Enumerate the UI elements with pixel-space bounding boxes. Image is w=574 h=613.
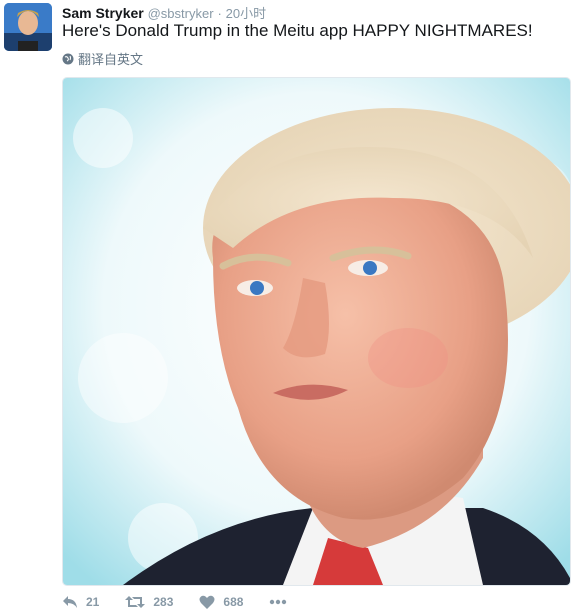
separator-dot: · (217, 6, 222, 21)
more-icon (269, 599, 287, 605)
reply-icon (62, 595, 78, 609)
more-button[interactable] (269, 599, 287, 605)
tweet-actions: 21 283 688 (62, 595, 313, 609)
reply-count: 21 (86, 595, 100, 609)
globe-icon (62, 53, 74, 65)
retweet-icon (125, 595, 146, 609)
heart-icon (199, 595, 215, 609)
translate-label: 翻译自英文 (78, 52, 144, 67)
author-handle[interactable]: @sbstryker (148, 6, 214, 21)
like-button[interactable]: 688 (199, 595, 243, 609)
translate-link[interactable]: 翻译自英文 (62, 49, 143, 68)
retweet-button[interactable]: 283 (125, 595, 173, 609)
avatar[interactable] (4, 3, 52, 51)
like-count: 688 (223, 595, 244, 609)
tweet-photo[interactable] (62, 77, 571, 586)
reply-button[interactable]: 21 (62, 595, 99, 609)
tweet-text: Here's Donald Trump in the Meitu app HAP… (62, 21, 533, 40)
retweet-count: 283 (153, 595, 174, 609)
tweet-timestamp[interactable]: 20小时 (226, 6, 266, 21)
author-name[interactable]: Sam Stryker (62, 5, 144, 21)
